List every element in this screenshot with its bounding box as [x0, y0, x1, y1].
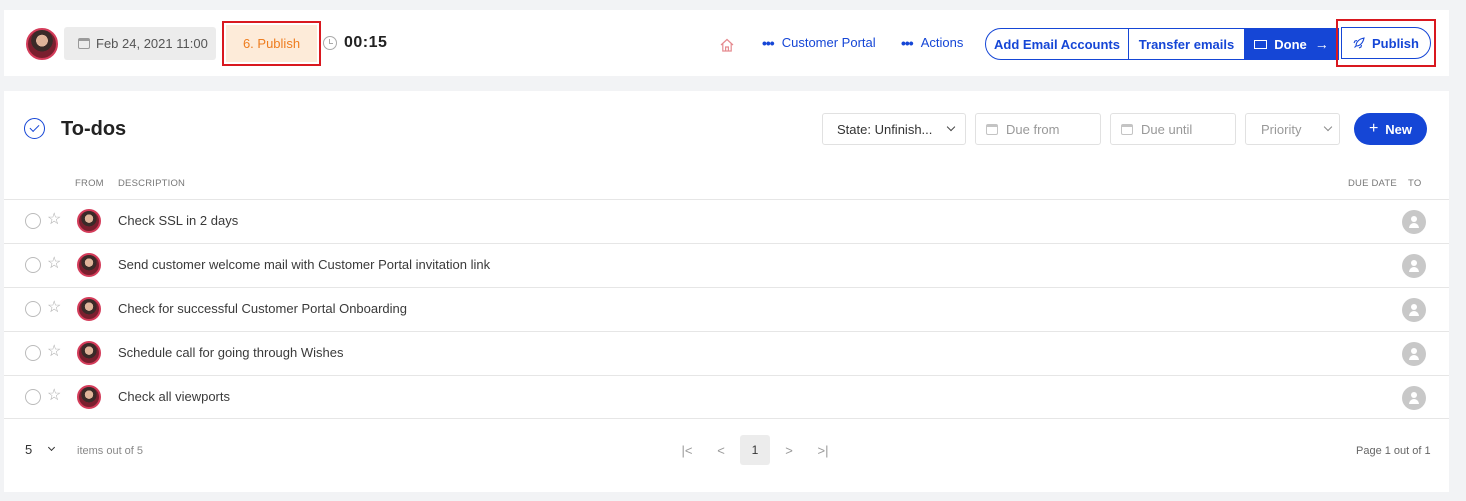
due-until-placeholder: Due until	[1141, 121, 1193, 137]
star-icon[interactable]: ☆	[47, 210, 61, 230]
column-header-from[interactable]: FROM	[75, 178, 104, 189]
action-button-group: Add Email Accounts Transfer emails Done …	[985, 28, 1339, 60]
assignee-avatar-icon[interactable]	[1402, 298, 1426, 322]
new-todo-button[interactable]: + New	[1354, 113, 1427, 145]
column-header-to[interactable]: TO	[1408, 178, 1421, 189]
pagination: |< < 1 > >|	[672, 435, 842, 465]
todo-list: ☆ Check SSL in 2 days ☆ Send customer we…	[4, 199, 1449, 419]
assignee-avatar-icon[interactable]	[1402, 210, 1426, 234]
star-icon[interactable]: ☆	[47, 342, 61, 362]
from-avatar	[77, 297, 101, 321]
table-row[interactable]: ☆ Schedule call for going through Wishes	[4, 331, 1449, 375]
rocket-icon	[1353, 37, 1365, 49]
table-row[interactable]: ☆ Check all viewports	[4, 375, 1449, 419]
column-header-description[interactable]: DESCRIPTION	[118, 178, 185, 189]
chevron-down-icon	[48, 443, 56, 452]
items-count-label: items out of 5	[77, 445, 144, 457]
timer: 00:15	[344, 34, 388, 51]
clock-icon	[323, 36, 337, 50]
new-label: New	[1385, 121, 1413, 137]
done-button[interactable]: Done →	[1245, 28, 1339, 60]
chevron-down-icon	[1324, 122, 1333, 132]
check-circle-icon	[24, 118, 45, 139]
first-page-icon[interactable]: |<	[672, 435, 702, 465]
done-label: Done	[1274, 36, 1307, 52]
more-dots-icon: •••	[901, 34, 914, 51]
last-page-icon[interactable]: >|	[808, 435, 838, 465]
home-icon[interactable]	[720, 38, 734, 52]
publish-button[interactable]: Publish	[1341, 27, 1431, 59]
todos-title: To-dos	[61, 118, 127, 140]
customer-portal-label: Customer Portal	[781, 35, 876, 50]
todos-card: To-dos State: Unfinish... Due from Due u…	[4, 91, 1449, 492]
star-icon[interactable]: ☆	[47, 254, 61, 274]
todo-description[interactable]: Check for successful Customer Portal Onb…	[118, 301, 407, 316]
top-bar: Feb 24, 2021 11:00 6. Publish 00:15 ••• …	[4, 10, 1449, 76]
todo-description[interactable]: Schedule call for going through Wishes	[118, 345, 343, 360]
calendar-icon	[986, 123, 998, 135]
complete-checkbox[interactable]	[25, 345, 41, 361]
actions-label: Actions	[920, 35, 964, 50]
more-dots-icon: •••	[762, 34, 775, 51]
from-avatar	[77, 209, 101, 233]
due-from-placeholder: Due from	[1006, 121, 1060, 137]
complete-checkbox[interactable]	[25, 257, 41, 273]
due-until-field[interactable]: Due until	[1110, 113, 1236, 145]
page-of-label: Page 1 out of 1	[1356, 445, 1431, 457]
from-avatar	[77, 385, 101, 409]
todo-description[interactable]: Check all viewports	[118, 389, 230, 404]
priority-filter-label: Priority	[1261, 121, 1302, 137]
todo-description[interactable]: Send customer welcome mail with Customer…	[118, 257, 490, 272]
plus-icon: +	[1368, 120, 1379, 137]
chevron-down-icon	[947, 122, 956, 132]
user-avatar[interactable]	[26, 28, 58, 60]
state-filter-label: State: Unfinish...	[837, 121, 933, 137]
next-page-icon[interactable]: >	[774, 435, 804, 465]
stage-highlight: 6. Publish	[222, 21, 321, 66]
complete-checkbox[interactable]	[25, 301, 41, 317]
todo-description[interactable]: Check SSL in 2 days	[118, 213, 238, 228]
priority-filter[interactable]: Priority	[1245, 113, 1340, 145]
assignee-avatar-icon[interactable]	[1402, 254, 1426, 278]
prev-page-icon[interactable]: <	[706, 435, 736, 465]
from-avatar	[77, 341, 101, 365]
page-size-select[interactable]: 5	[25, 442, 56, 457]
star-icon[interactable]: ☆	[47, 298, 61, 318]
from-avatar	[77, 253, 101, 277]
table-row[interactable]: ☆ Check for successful Customer Portal O…	[4, 287, 1449, 331]
calendar-icon	[78, 38, 90, 49]
star-icon[interactable]: ☆	[47, 386, 61, 406]
table-row[interactable]: ☆ Send customer welcome mail with Custom…	[4, 243, 1449, 287]
assignee-avatar-icon[interactable]	[1402, 386, 1426, 410]
actions-link[interactable]: ••• Actions	[901, 35, 963, 50]
date-chip[interactable]: Feb 24, 2021 11:00	[64, 27, 216, 60]
current-page-button[interactable]: 1	[740, 435, 770, 465]
customer-portal-link[interactable]: ••• Customer Portal	[762, 35, 876, 50]
assignee-avatar-icon[interactable]	[1402, 342, 1426, 366]
stage-badge[interactable]: 6. Publish	[226, 25, 317, 62]
publish-highlight: Publish	[1336, 19, 1436, 67]
page-size-value: 5	[25, 442, 33, 457]
add-email-accounts-button[interactable]: Add Email Accounts	[985, 28, 1129, 60]
mail-icon	[1254, 39, 1268, 49]
stage-label: 6. Publish	[242, 36, 301, 51]
calendar-icon	[1121, 123, 1133, 135]
complete-checkbox[interactable]	[25, 389, 41, 405]
complete-checkbox[interactable]	[25, 213, 41, 229]
date-label: Feb 24, 2021 11:00	[96, 36, 208, 51]
state-filter[interactable]: State: Unfinish...	[822, 113, 966, 145]
table-row[interactable]: ☆ Check SSL in 2 days	[4, 199, 1449, 243]
column-header-due-date[interactable]: DUE DATE	[1348, 178, 1397, 189]
arrow-right-icon: →	[1314, 36, 1329, 52]
transfer-emails-button[interactable]: Transfer emails	[1129, 28, 1245, 60]
publish-label: Publish	[1372, 35, 1419, 51]
due-from-field[interactable]: Due from	[975, 113, 1101, 145]
